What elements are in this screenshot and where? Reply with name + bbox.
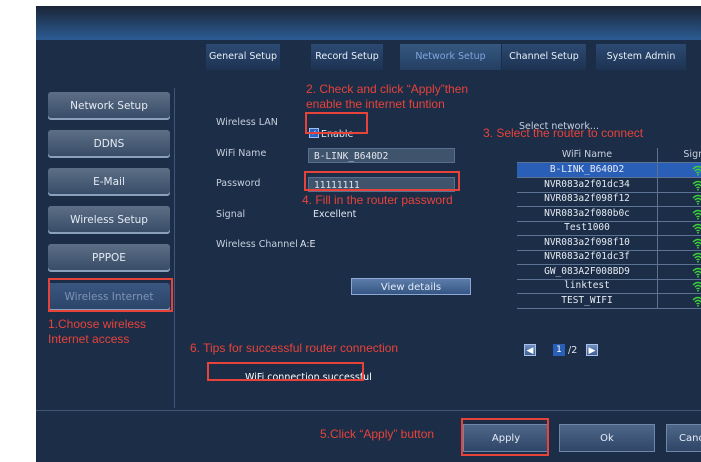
wifi-signal-icon [692, 281, 701, 292]
network-name: NVR083a2f098f10 [544, 236, 630, 248]
annotation-step1-line1: 1.Choose wireless [48, 317, 147, 331]
tab-system-admin[interactable]: System Admin [596, 44, 686, 70]
tab-network-setup[interactable]: Network Setup [400, 44, 501, 70]
annotation-step1-line2: Internet access [48, 332, 130, 346]
network-row[interactable]: NVR083a2f098f12 [517, 192, 701, 207]
wifi-signal-icon [692, 165, 701, 176]
sidebar-item-network-setup[interactable]: Network Setup [48, 92, 170, 120]
highlight-enable [305, 112, 368, 134]
annotation-step6: 6. Tips for successful router connection [190, 341, 399, 355]
network-name: NVR083a2f098f12 [544, 193, 630, 204]
network-row[interactable]: NVR083a2f01dc3f [517, 250, 701, 265]
wifi-signal-icon [692, 252, 701, 263]
network-row[interactable]: NVR083a2f01dc34 [517, 177, 701, 193]
wifi-name-field[interactable]: B-LINK_B640D2 [308, 148, 455, 163]
network-signal [657, 163, 701, 177]
sidebar-item-email[interactable]: E-Mail [48, 168, 170, 196]
network-name: NVR083a2f01dc34 [544, 178, 630, 190]
password-label: Password [216, 178, 261, 189]
sidebar-divider [174, 88, 175, 408]
sidebar-item-pppoe[interactable]: PPPOE [48, 244, 170, 272]
network-signal [657, 177, 701, 192]
network-row[interactable]: TEST_WIFI [517, 293, 701, 309]
wifi-name-label: WiFi Name [216, 148, 267, 159]
network-signal [657, 250, 701, 264]
tab-general-setup[interactable]: General Setup [206, 44, 280, 70]
network-signal [657, 221, 701, 235]
annotation-step5: 5.Click “Apply” button [320, 427, 435, 441]
title-bar [36, 6, 701, 40]
network-signal [657, 264, 701, 279]
table-header: WiFi Name Signal [517, 148, 701, 163]
wireless-channel-value: A:E [300, 239, 316, 250]
wireless-channel-label: Wireless Channel [216, 239, 298, 250]
network-signal [657, 235, 701, 250]
next-page-button[interactable]: ▶ [586, 344, 598, 356]
wifi-signal-icon [692, 296, 701, 307]
annotation-step4: 4. Fill in the router password [302, 193, 453, 207]
network-row[interactable]: NVR083a2f098f10 [517, 235, 701, 251]
footer-divider [36, 410, 701, 411]
wifi-signal-icon [692, 194, 701, 205]
network-name: TEST_WIFI [561, 294, 613, 306]
wifi-signal-icon [692, 238, 701, 249]
sidebar-item-wireless-setup[interactable]: Wireless Setup [48, 206, 170, 234]
network-name: NVR083a2f01dc3f [544, 251, 630, 262]
ok-button[interactable]: Ok [559, 424, 655, 452]
highlight-apply [461, 418, 549, 456]
network-name: NVR083a2f080b0c [544, 207, 630, 219]
network-row[interactable]: B-LINK_B640D2 [517, 163, 701, 178]
network-signal [657, 206, 701, 221]
col-signal: Signal [657, 148, 701, 162]
network-name: linktest [564, 280, 610, 291]
network-signal [657, 192, 701, 206]
col-wifi-name: WiFi Name [561, 149, 613, 160]
network-name: Test1000 [564, 222, 610, 233]
total-pages: /2 [568, 345, 578, 356]
annotation-step2-line1: 2. Check and click “Apply”then [306, 82, 469, 96]
tab-record-setup[interactable]: Record Setup [311, 44, 383, 70]
highlight-password [304, 171, 460, 191]
highlight-status [207, 362, 364, 381]
wifi-signal-icon [692, 223, 701, 234]
network-row[interactable]: GW_083A2F008BD9 [517, 264, 701, 280]
signal-label: Signal [216, 209, 246, 220]
network-signal [657, 293, 701, 308]
current-page: 1 [553, 344, 565, 356]
network-name: B-LINK_B640D2 [549, 164, 625, 175]
nvr-settings-window: General Setup Record Setup Network Setup… [36, 6, 701, 462]
network-row[interactable]: linktest [517, 279, 701, 294]
cancel-button[interactable]: Cancel [666, 424, 701, 452]
prev-page-button[interactable]: ◀ [524, 344, 536, 356]
tab-channel-setup[interactable]: Channel Setup [502, 44, 586, 70]
highlight-wireless-internet [48, 278, 173, 312]
view-details-button[interactable]: View details [351, 278, 471, 295]
network-row[interactable]: NVR083a2f080b0c [517, 206, 701, 222]
sidebar-item-ddns[interactable]: DDNS [48, 130, 170, 158]
network-name: GW_083A2F008BD9 [544, 265, 630, 277]
signal-value: Excellent [313, 209, 357, 220]
network-signal [657, 279, 701, 293]
wifi-signal-icon [692, 209, 701, 220]
wifi-signal-icon [692, 267, 701, 278]
wifi-signal-icon [692, 180, 701, 191]
annotation-step2-line2: enable the internet funtion [306, 97, 445, 111]
network-row[interactable]: Test1000 [517, 221, 701, 236]
annotation-step3: 3. Select the router to connect [483, 126, 644, 140]
wireless-lan-label: Wireless LAN [216, 117, 278, 128]
